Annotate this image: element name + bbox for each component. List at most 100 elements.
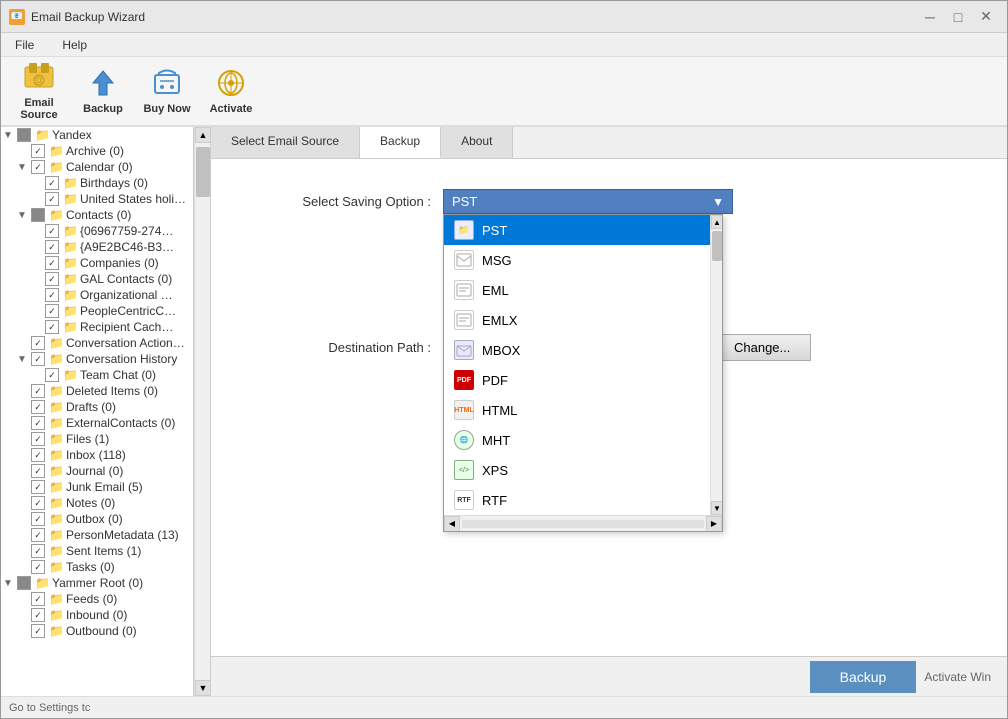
tree-item-drafts[interactable]: 📁 Drafts (0) bbox=[1, 399, 193, 415]
dropdown-item-msg[interactable]: MSG bbox=[444, 245, 710, 275]
buy-now-button[interactable]: Buy Now bbox=[137, 61, 197, 121]
checkbox-drafts[interactable] bbox=[31, 400, 45, 414]
tree-item-inbox[interactable]: 📁 Inbox (118) bbox=[1, 447, 193, 463]
checkbox-outbound[interactable] bbox=[31, 624, 45, 638]
tree-item-notes[interactable]: 📁 Notes (0) bbox=[1, 495, 193, 511]
tree-item-contacts[interactable]: ▼ 📁 Contacts (0) bbox=[1, 207, 193, 223]
close-button[interactable]: ✕ bbox=[973, 6, 999, 28]
checkbox-inbound[interactable] bbox=[31, 608, 45, 622]
tab-backup[interactable]: Backup bbox=[360, 127, 441, 158]
tree-item-calendar[interactable]: ▼ 📁 Calendar (0) bbox=[1, 159, 193, 175]
tree-item-org[interactable]: 📁 Organizational Con... bbox=[1, 287, 193, 303]
dropdown-item-emlx[interactable]: EMLX bbox=[444, 305, 710, 335]
checkbox-org[interactable] bbox=[45, 288, 59, 302]
checkbox-guid1[interactable] bbox=[45, 224, 59, 238]
tree-item-guid1[interactable]: 📁 {06967759-274D-4(... bbox=[1, 223, 193, 239]
checkbox-personmeta[interactable] bbox=[31, 528, 45, 542]
checkbox-inbox[interactable] bbox=[31, 448, 45, 462]
scroll-down-button[interactable]: ▼ bbox=[195, 680, 211, 696]
dropdown-item-html[interactable]: HTML HTML bbox=[444, 395, 710, 425]
checkbox-gal[interactable] bbox=[45, 272, 59, 286]
dropdown-scroll-down[interactable]: ▼ bbox=[711, 501, 723, 515]
tree-item-feeds[interactable]: 📁 Feeds (0) bbox=[1, 591, 193, 607]
tab-about[interactable]: About bbox=[441, 127, 513, 158]
checkbox-sent[interactable] bbox=[31, 544, 45, 558]
checkbox-external[interactable] bbox=[31, 416, 45, 430]
backup-label: Backup bbox=[83, 103, 123, 115]
tree-item-archive[interactable]: 📁 Archive (0) bbox=[1, 143, 193, 159]
final-backup-button[interactable]: Backup bbox=[810, 661, 917, 693]
checkbox-birthdays[interactable] bbox=[45, 176, 59, 190]
tree-item-external[interactable]: 📁 ExternalContacts (0) bbox=[1, 415, 193, 431]
dropdown-item-eml[interactable]: EML bbox=[444, 275, 710, 305]
checkbox-journal[interactable] bbox=[31, 464, 45, 478]
dropdown-item-xps[interactable]: </> XPS bbox=[444, 455, 710, 485]
checkbox-files[interactable] bbox=[31, 432, 45, 446]
activate-button[interactable]: Activate bbox=[201, 61, 261, 121]
checkbox-feeds[interactable] bbox=[31, 592, 45, 606]
tree-item-personmeta[interactable]: 📁 PersonMetadata (13) bbox=[1, 527, 193, 543]
dropdown-item-pdf[interactable]: PDF PDF bbox=[444, 365, 710, 395]
hscroll-right[interactable]: ▶ bbox=[706, 516, 722, 532]
checkbox-yandex[interactable] bbox=[17, 128, 31, 142]
checkbox-deleted[interactable] bbox=[31, 384, 45, 398]
tree-item-peoplecc[interactable]: 📁 PeopleCentricCon... bbox=[1, 303, 193, 319]
tree-item-sent[interactable]: 📁 Sent Items (1) bbox=[1, 543, 193, 559]
menu-help[interactable]: Help bbox=[56, 36, 93, 54]
checkbox-guid2[interactable] bbox=[45, 240, 59, 254]
tree-item-journal[interactable]: 📁 Journal (0) bbox=[1, 463, 193, 479]
maximize-button[interactable]: □ bbox=[945, 6, 971, 28]
checkbox-junk[interactable] bbox=[31, 480, 45, 494]
minimize-button[interactable]: ─ bbox=[917, 6, 943, 28]
scroll-thumb[interactable] bbox=[196, 147, 210, 197]
tree-item-junk[interactable]: 📁 Junk Email (5) bbox=[1, 479, 193, 495]
tree-item-teamchat[interactable]: 📁 Team Chat (0) bbox=[1, 367, 193, 383]
checkbox-companies[interactable] bbox=[45, 256, 59, 270]
tree-item-deleted[interactable]: 📁 Deleted Items (0) bbox=[1, 383, 193, 399]
dropdown-scroll-up[interactable]: ▲ bbox=[711, 215, 723, 229]
checkbox-outbox[interactable] bbox=[31, 512, 45, 526]
checkbox-conv-action[interactable] bbox=[31, 336, 45, 350]
checkbox-conv-history[interactable] bbox=[31, 352, 45, 366]
menu-file[interactable]: File bbox=[9, 36, 40, 54]
email-source-icon: @ bbox=[23, 61, 55, 93]
checkbox-tasks[interactable] bbox=[31, 560, 45, 574]
checkbox-peoplecc[interactable] bbox=[45, 304, 59, 318]
dropdown-item-mht[interactable]: 🌐 MHT bbox=[444, 425, 710, 455]
dropdown-item-mbox[interactable]: MBOX bbox=[444, 335, 710, 365]
tree-item-gal[interactable]: 📁 GAL Contacts (0) bbox=[1, 271, 193, 287]
tree-item-outbox[interactable]: 📁 Outbox (0) bbox=[1, 511, 193, 527]
tree-item-us-holic[interactable]: 📁 United States holic... bbox=[1, 191, 193, 207]
hscroll-left[interactable]: ◀ bbox=[444, 516, 460, 532]
checkbox-recipient[interactable] bbox=[45, 320, 59, 334]
tree-item-inbound[interactable]: 📁 Inbound (0) bbox=[1, 607, 193, 623]
buy-now-label: Buy Now bbox=[143, 103, 190, 115]
tree-item-companies[interactable]: 📁 Companies (0) bbox=[1, 255, 193, 271]
checkbox-notes[interactable] bbox=[31, 496, 45, 510]
tree-item-conv-history[interactable]: ▼ 📁 Conversation History bbox=[1, 351, 193, 367]
tree-item-recipient[interactable]: 📁 Recipient Cache (1... bbox=[1, 319, 193, 335]
checkbox-calendar[interactable] bbox=[31, 160, 45, 174]
tree-item-outbound[interactable]: 📁 Outbound (0) bbox=[1, 623, 193, 639]
tree-item-tasks[interactable]: 📁 Tasks (0) bbox=[1, 559, 193, 575]
tree-item-conv-action[interactable]: 📁 Conversation Action S... bbox=[1, 335, 193, 351]
dropdown-item-rtf[interactable]: RTF RTF bbox=[444, 485, 710, 515]
tree-item-yammer[interactable]: ▼ 📁 Yammer Root (0) bbox=[1, 575, 193, 591]
checkbox-teamchat[interactable] bbox=[45, 368, 59, 382]
tree-item-yandex[interactable]: ▼ 📁 Yandex bbox=[1, 127, 193, 143]
change-button[interactable]: Change... bbox=[713, 334, 811, 361]
tab-select-email-source[interactable]: Select Email Source bbox=[211, 127, 360, 158]
tree-item-birthdays[interactable]: 📁 Birthdays (0) bbox=[1, 175, 193, 191]
tree-item-files[interactable]: 📁 Files (1) bbox=[1, 431, 193, 447]
checkbox-archive[interactable] bbox=[31, 144, 45, 158]
saving-option-select[interactable]: PST ▼ bbox=[443, 189, 733, 214]
scroll-up-button[interactable]: ▲ bbox=[195, 127, 211, 143]
checkbox-contacts[interactable] bbox=[31, 208, 45, 222]
email-source-button[interactable]: @ Email Source bbox=[9, 61, 69, 121]
tree-item-guid2[interactable]: 📁 {A9E2BC46-B3A0-... bbox=[1, 239, 193, 255]
dropdown-scroll-thumb[interactable] bbox=[712, 231, 722, 261]
checkbox-yammer[interactable] bbox=[17, 576, 31, 590]
dropdown-item-pst[interactable]: 📁 PST bbox=[444, 215, 710, 245]
checkbox-us-holic[interactable] bbox=[45, 192, 59, 206]
backup-button[interactable]: Backup bbox=[73, 61, 133, 121]
